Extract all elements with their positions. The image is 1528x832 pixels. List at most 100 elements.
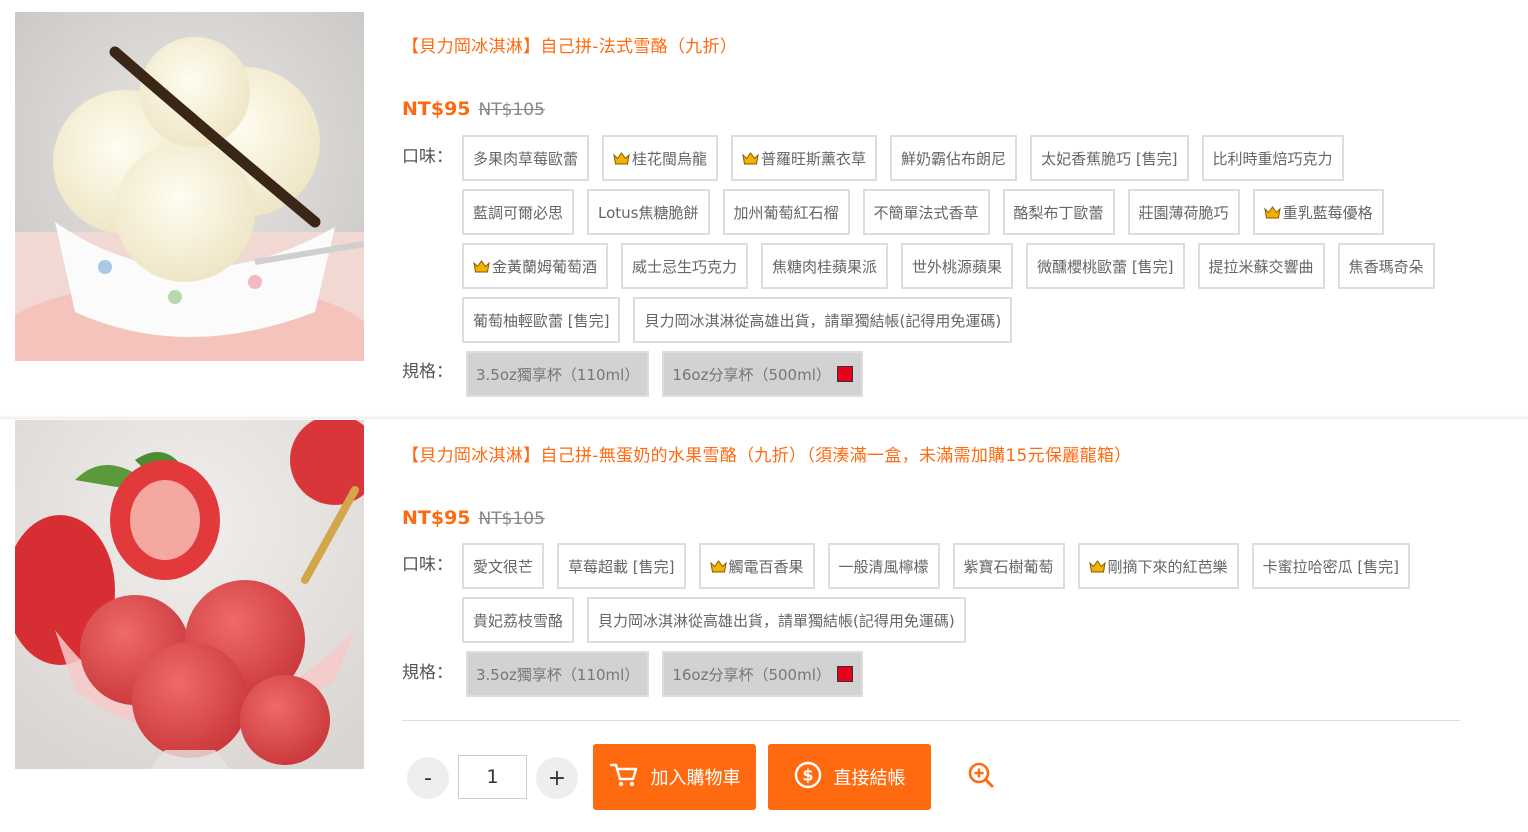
flavor-label: 口味： [402,147,453,167]
crown-icon [1263,205,1281,219]
flavor-option-label: 威士忌生巧克力 [632,257,738,276]
flavor-option[interactable]: 太妃香蕉脆巧 [售完] [1030,135,1189,181]
flavor-option-label: 愛文很芒 [473,557,534,576]
flavor-option[interactable]: 一般清風檸檬 [827,543,940,589]
flavor-option[interactable]: 提拉米蘇交響曲 [1197,243,1325,289]
flavor-option[interactable]: 焦香瑪奇朵 [1337,243,1435,289]
price-row: NT$95 NT$105 [402,507,545,529]
product-title[interactable]: 【貝力岡冰淇淋】自己拼-無蛋奶的水果雪酪（九折）（須湊滿一盒，未滿需加購15元保… [402,441,1131,466]
spec-option[interactable]: 3.5oz獨享杯（110ml） [466,351,650,397]
add-to-cart-button[interactable]: 加入購物車 [593,744,756,810]
flavor-option[interactable]: 草莓超載 [售完] [557,543,686,589]
flavor-option-label: 焦香瑪奇朵 [1348,257,1424,276]
flavor-option-label: 比利時重焙巧克力 [1212,149,1333,168]
spec-label: 規格： [402,663,453,683]
flavor-option[interactable]: 卡蜜拉哈密瓜 [售完] [1251,543,1411,589]
flavor-option[interactable]: 多果肉草莓歐蕾 [462,135,590,181]
flavor-option-label: 桂花閩烏龍 [632,149,708,168]
flavor-option[interactable]: Lotus焦糖脆餅 [587,189,710,235]
flavor-option[interactable]: 比利時重焙巧克力 [1201,135,1344,181]
flavor-option-label: 鮮奶霸佔布朗尼 [901,149,1007,168]
crown-icon [613,151,630,165]
zoom-in-icon[interactable] [967,761,995,789]
crown-icon [742,151,759,165]
spec-option[interactable]: 3.5oz獨享杯（110ml） [466,651,650,697]
flavor-options: 多果肉草莓歐蕾 桂花閩烏龍 普羅旺斯薰衣草 鮮奶霸佔布朗尼 太妃香蕉脆巧 [售完] 比利時… [462,135,1458,343]
flavor-option[interactable]: 鮮奶霸佔布朗尼 [890,135,1018,181]
flavor-option[interactable]: 世外桃源蘋果 [901,243,1014,289]
quantity-increase-button[interactable]: + [536,757,578,799]
flavor-option-label: 重乳藍莓優格 [1282,203,1373,222]
flavor-option[interactable]: 莊園薄荷脆巧 [1127,189,1240,235]
spec-option-label: 3.5oz獨享杯（110ml） [476,365,640,384]
flavor-option-label: 多果肉草莓歐蕾 [473,149,579,168]
flavor-option-label: 微醺櫻桃歐蕾 [售完] [1037,257,1174,276]
flavor-option-label: 一般清風檸檬 [838,557,929,576]
flavor-option[interactable]: 葡萄柚輕歐蕾 [售完] [462,297,621,343]
checkout-button[interactable]: $ 直接結帳 [768,744,931,810]
sale-price: NT$95 [402,507,471,529]
flavor-option[interactable]: 加州葡萄紅石榴 [722,189,850,235]
spec-option[interactable]: 16oz分享杯（500ml） [662,351,863,397]
flavor-option-label: 莊園薄荷脆巧 [1138,203,1229,222]
spec-options: 3.5oz獨享杯（110ml） 16oz分享杯（500ml） [466,651,1458,697]
product-title[interactable]: 【貝力岡冰淇淋】自己拼-法式雪酪（九折） [402,32,737,57]
flavor-option[interactable]: 酪梨布丁歐蕾 [1002,189,1115,235]
spec-option-label: 16oz分享杯（500ml） [672,665,831,684]
flavor-option[interactable]: 金黃蘭姆葡萄酒 [462,243,609,289]
flavor-option[interactable]: 不簡單法式香草 [862,189,990,235]
flavor-option-label: 剛摘下來的紅芭樂 [1107,557,1228,576]
flavor-option[interactable]: 焦糖肉桂蘋果派 [761,243,889,289]
spec-label: 規格： [402,362,453,382]
flavor-option-label: 世外桃源蘋果 [912,257,1003,276]
color-swatch [836,366,853,382]
flavor-option-label: 草莓超載 [售完] [568,557,675,576]
product-image-strawberry[interactable] [15,420,364,769]
flavor-option[interactable]: 普羅旺斯薰衣草 [731,135,878,181]
original-price: NT$105 [478,509,545,529]
flavor-option[interactable]: 貴妃荔枝雪酪 [462,597,575,643]
flavor-option-label: 貝力岡冰淇淋從高雄出貨，請單獨結帳(記得用免運碼) [598,611,955,630]
flavor-option-label: Lotus焦糖脆餅 [598,203,699,222]
flavor-option[interactable]: 微醺櫻桃歐蕾 [售完] [1026,243,1185,289]
flavor-option[interactable]: 紫寶石樹葡萄 [952,543,1065,589]
flavor-option-label: 卡蜜拉哈密瓜 [售完] [1262,557,1400,576]
crown-icon [709,559,727,573]
quantity-input[interactable] [458,755,527,799]
original-price: NT$105 [478,100,545,120]
flavor-option[interactable]: 威士忌生巧克力 [621,243,749,289]
flavor-options: 愛文很芒 草莓超載 [售完] 觸電百香果 一般清風檸檬 紫寶石樹葡萄 剛摘下來的紅芭樂 卡蜜… [462,543,1458,643]
flavor-option-label: 觸電百香果 [728,557,804,576]
flavor-option-label: 金黃蘭姆葡萄酒 [492,257,598,276]
color-swatch [836,666,853,682]
product-image-vanilla[interactable] [15,12,364,361]
crown-icon [1088,559,1106,573]
flavor-option[interactable]: 貝力岡冰淇淋從高雄出貨，請單獨結帳(記得用免運碼) [633,297,1013,343]
dollar-coin-icon: $ [794,761,822,794]
flavor-option[interactable]: 貝力岡冰淇淋從高雄出貨，請單獨結帳(記得用免運碼) [587,597,966,643]
flavor-option[interactable]: 桂花閩烏龍 [602,135,719,181]
price-row: NT$95 NT$105 [402,98,545,120]
svg-text:$: $ [802,765,813,784]
spec-option-label: 3.5oz獨享杯（110ml） [476,665,640,684]
flavor-option[interactable]: 藍調可爾必思 [462,189,575,235]
cart-icon [609,762,639,793]
sale-price: NT$95 [402,98,471,120]
flavor-option-label: 加州葡萄紅石榴 [733,203,839,222]
spec-option[interactable]: 16oz分享杯（500ml） [662,651,863,697]
product-card-1: 【貝力岡冰淇淋】自己拼-法式雪酪（九折） NT$95 NT$105 口味： 多果… [0,0,1528,412]
flavor-option[interactable]: 愛文很芒 [462,543,545,589]
flavor-option-label: 藍調可爾必思 [473,203,564,222]
flavor-option-label: 太妃香蕉脆巧 [售完] [1041,149,1178,168]
checkout-label: 直接結帳 [833,768,906,789]
flavor-option-label: 焦糖肉桂蘋果派 [772,257,878,276]
flavor-option[interactable]: 重乳藍莓優格 [1252,189,1384,235]
add-to-cart-label: 加入購物車 [650,768,741,789]
spec-option-label: 16oz分享杯（500ml） [672,365,831,384]
flavor-option-label: 提拉米蘇交響曲 [1208,257,1314,276]
product-card-2: 【貝力岡冰淇淋】自己拼-無蛋奶的水果雪酪（九折）（須湊滿一盒，未滿需加購15元保… [0,418,1528,832]
flavor-option[interactable]: 剛摘下來的紅芭樂 [1077,543,1239,589]
quantity-decrease-button[interactable]: - [407,757,449,799]
flavor-option[interactable]: 觸電百香果 [698,543,815,589]
crown-icon [473,259,490,273]
